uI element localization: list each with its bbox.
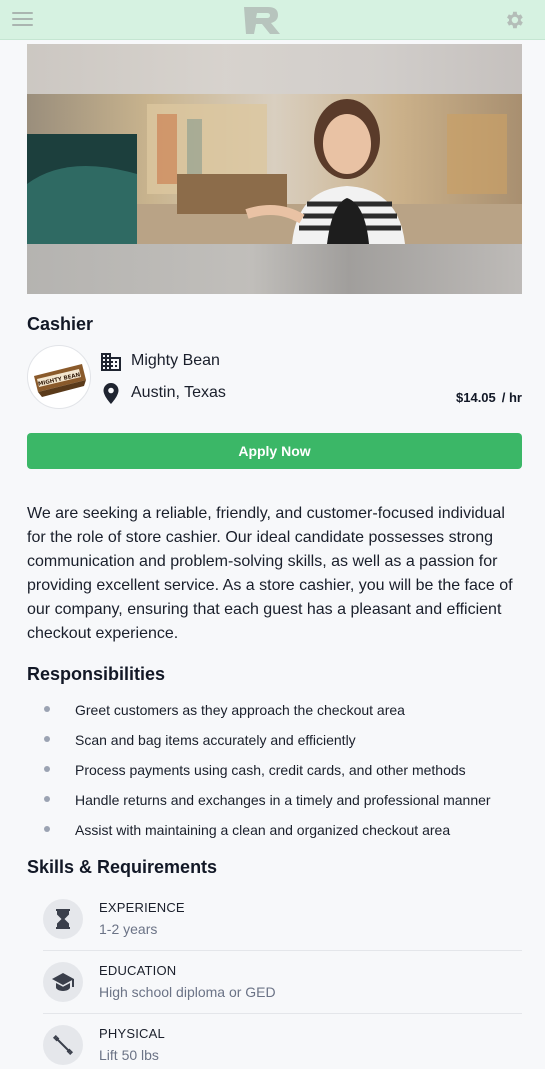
hero-backdrop-top (27, 44, 522, 94)
pay-amount: $14.05 (456, 390, 496, 405)
building-icon (101, 353, 121, 371)
requirement-education: EDUCATION High school diploma or GED (43, 951, 522, 1014)
requirement-label: EXPERIENCE (99, 900, 185, 915)
pay-unit: / hr (501, 390, 522, 405)
responsibility-text: Process payments using cash, credit card… (75, 762, 466, 778)
mighty-bean-logo-icon: MIGHTY BEAN (34, 364, 86, 397)
company-logo[interactable]: MIGHTY BEAN (27, 345, 91, 409)
bullet-icon (44, 736, 50, 742)
list-item: Process payments using cash, credit card… (27, 755, 522, 785)
top-bar (0, 0, 545, 40)
requirement-experience: EXPERIENCE 1-2 years (43, 888, 522, 951)
graduation-cap-icon (43, 962, 83, 1002)
bullet-icon (44, 796, 50, 802)
job-location: Austin, Texas (131, 384, 226, 401)
company-name[interactable]: Mighty Bean (131, 352, 220, 370)
requirement-physical: PHYSICAL Lift 50 lbs (43, 1014, 522, 1069)
responsibility-text: Assist with maintaining a clean and orga… (75, 822, 451, 838)
hourglass-icon (43, 899, 83, 939)
list-item: Greet customers as they approach the che… (27, 695, 522, 725)
apply-now-button[interactable]: Apply Now (27, 433, 522, 469)
responsibility-text: Greet customers as they approach the che… (75, 702, 405, 718)
responsibility-text: Scan and bag items accurately and effici… (75, 732, 356, 748)
list-item: Handle returns and exchanges in a timely… (27, 785, 522, 815)
requirement-value: Lift 50 lbs (99, 1047, 159, 1063)
app-logo-icon[interactable] (240, 4, 284, 36)
dumbbell-icon (43, 1025, 83, 1065)
list-item: Scan and bag items accurately and effici… (27, 725, 522, 755)
gear-icon[interactable] (503, 9, 525, 31)
bullet-icon (44, 766, 50, 772)
requirement-label: PHYSICAL (99, 1026, 165, 1041)
bullet-icon (44, 826, 50, 832)
requirement-label: EDUCATION (99, 963, 177, 978)
pay-rate: $14.05 / hr (456, 390, 522, 405)
cashier-photo (27, 94, 522, 244)
responsibilities-list: Greet customers as they approach the che… (27, 695, 522, 845)
requirement-value: 1-2 years (99, 921, 158, 937)
requirements-list: EXPERIENCE 1-2 years EDUCATION High scho… (43, 888, 522, 1069)
responsibilities-heading: Responsibilities (27, 664, 166, 684)
skills-heading: Skills & Requirements (27, 857, 218, 877)
requirement-value: High school diploma or GED (99, 984, 276, 1000)
job-description: We are seeking a reliable, friendly, and… (27, 505, 513, 642)
responsibility-text: Handle returns and exchanges in a timely… (75, 792, 491, 808)
location-pin-icon (103, 383, 119, 404)
bullet-icon (44, 706, 50, 712)
list-item: Assist with maintaining a clean and orga… (27, 815, 522, 845)
hero-backdrop-bottom (27, 244, 522, 294)
job-hero-image (27, 44, 522, 294)
hamburger-menu-icon[interactable] (12, 12, 33, 28)
job-title: Cashier (27, 314, 94, 334)
